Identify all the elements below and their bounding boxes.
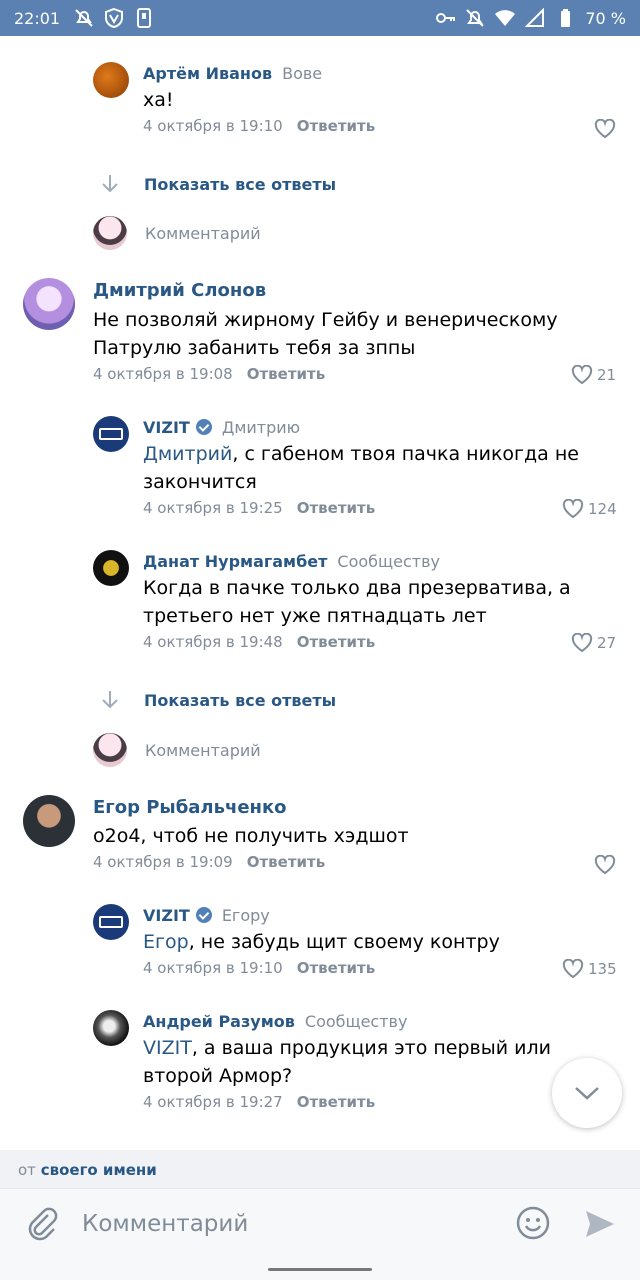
scroll-down-button[interactable] [552, 1058, 622, 1128]
like-button[interactable]: 124 [562, 499, 617, 519]
avatar[interactable] [93, 62, 129, 98]
notifications-off-icon [75, 9, 93, 27]
like-count: 124 [588, 500, 617, 518]
like-count: 135 [588, 960, 617, 978]
comment-date: 4 октября в 19:27 [143, 1093, 283, 1111]
avatar[interactable] [93, 904, 129, 940]
signal-icon [525, 8, 545, 27]
comment-author[interactable]: Дмитрий Слонов [93, 280, 266, 301]
comment-text: Дмитрий, с габеном твоя пачка никогда не… [143, 443, 579, 493]
like-button[interactable] [594, 855, 616, 875]
home-gesture-handle[interactable] [268, 1268, 372, 1271]
like-button[interactable]: 27 [571, 633, 616, 653]
comments-feed[interactable]: Артём Иванов Вове ха! 4 октября в 19:10 От… [0, 36, 640, 1150]
chevron-down-icon [575, 1087, 599, 1100]
comment-text: о2о4, чтоб не получить хэдшот [93, 825, 409, 847]
comment-date: 4 октября в 19:10 [143, 959, 283, 977]
verified-icon [195, 907, 212, 923]
reply-button[interactable]: Ответить [297, 959, 376, 977]
comment-reply-to: Сообществу [304, 1012, 408, 1031]
comment-placeholder: Комментарий [145, 223, 261, 243]
comment-composer [0, 1188, 640, 1258]
vizit-logo-icon [99, 916, 123, 928]
heart-icon [562, 499, 584, 519]
avatar[interactable] [23, 278, 75, 330]
post-as-selector[interactable]: от своего имени [0, 1150, 640, 1188]
status-time: 22:01 [14, 8, 61, 28]
comment-date: 4 октября в 19:08 [93, 365, 233, 383]
alarm-off-icon [466, 9, 485, 27]
comment-date: 4 октября в 19:48 [143, 633, 283, 651]
arrow-down-icon [102, 691, 118, 709]
mention-link[interactable]: Дмитрий [143, 443, 232, 465]
comment-text: Егор, не забудь щит своему контру [143, 931, 500, 953]
like-count: 21 [597, 366, 617, 384]
user-avatar [93, 733, 127, 767]
show-replies-label: Показать все ответы [144, 690, 337, 710]
key-icon [436, 13, 456, 23]
like-button[interactable]: 21 [571, 365, 616, 385]
show-all-replies-button[interactable]: Показать все ответы [100, 173, 336, 195]
comment-placeholder: Комментарий [145, 740, 261, 760]
comment-reply-to: Сообществу [337, 552, 440, 571]
send-icon[interactable] [583, 1207, 617, 1241]
shield-icon [105, 8, 124, 28]
show-all-replies-button[interactable]: Показать все ответы [100, 689, 336, 711]
comment-text: Не позволяй жирному Гейбу и венерическом… [93, 309, 558, 359]
mention-link[interactable]: VIZIT [143, 1037, 192, 1059]
reply-button[interactable]: Ответить [297, 117, 376, 135]
battery-level: 70 % [585, 8, 626, 28]
reply-button[interactable]: Ответить [297, 633, 376, 651]
comment-author[interactable]: VIZIT [143, 906, 190, 925]
comment-reply-to: Егору [221, 906, 270, 925]
comment-date: 4 октября в 19:25 [143, 499, 283, 517]
avatar[interactable] [93, 416, 129, 452]
avatar[interactable] [23, 795, 75, 847]
show-replies-label: Показать все ответы [144, 174, 337, 194]
avatar[interactable] [93, 1010, 129, 1046]
like-count: 27 [597, 634, 617, 652]
comment-text: ха! [143, 89, 174, 111]
heart-icon [562, 959, 584, 979]
system-nav-bar [0, 1258, 640, 1280]
vizit-logo-icon [99, 428, 123, 440]
heart-icon [594, 119, 616, 139]
status-bar: 22:01 70 % [0, 0, 640, 36]
like-button[interactable]: 135 [562, 959, 617, 979]
like-button[interactable] [594, 119, 616, 139]
comment-date: 4 октября в 19:09 [93, 853, 233, 871]
comment-author[interactable]: Андрей Разумов [143, 1012, 295, 1031]
comment-reply-to: Вове [282, 64, 323, 83]
sim-icon [137, 8, 152, 28]
reply-comment-field[interactable]: Комментарий [93, 733, 261, 767]
reply-button[interactable]: Ответить [297, 499, 376, 517]
heart-icon [571, 633, 593, 653]
attach-icon[interactable] [26, 1207, 58, 1241]
comment-text: Когда в пачке только два презерватива, а… [143, 577, 571, 627]
battery-icon [561, 9, 571, 27]
reply-button[interactable]: Ответить [297, 1093, 376, 1111]
emoji-icon[interactable] [515, 1205, 551, 1241]
comment-input[interactable] [82, 1207, 482, 1241]
user-avatar [93, 216, 127, 250]
post-as-link[interactable]: своего имени [41, 1161, 157, 1179]
comment-date: 4 октября в 19:10 [143, 117, 283, 135]
comment-author[interactable]: Данат Нурмагамбет [143, 552, 327, 571]
post-as-prefix: от [18, 1161, 36, 1179]
comment-author[interactable]: Егор Рыбальченко [93, 797, 287, 818]
arrow-down-icon [102, 175, 118, 193]
heart-icon [571, 365, 593, 385]
comment-author[interactable]: VIZIT [143, 418, 190, 437]
mention-link[interactable]: Егор [143, 931, 189, 953]
comment-author[interactable]: Артём Иванов [143, 64, 272, 83]
reply-button[interactable]: Ответить [247, 853, 326, 871]
heart-icon [594, 855, 616, 875]
wifi-icon [495, 10, 516, 26]
avatar[interactable] [93, 550, 129, 586]
verified-icon [195, 419, 212, 435]
reply-button[interactable]: Ответить [247, 365, 326, 383]
reply-comment-field[interactable]: Комментарий [93, 216, 261, 250]
comment-reply-to: Дмитрию [221, 418, 301, 437]
comment-text: VIZIT, а ваша продукция это первый или в… [143, 1037, 551, 1087]
